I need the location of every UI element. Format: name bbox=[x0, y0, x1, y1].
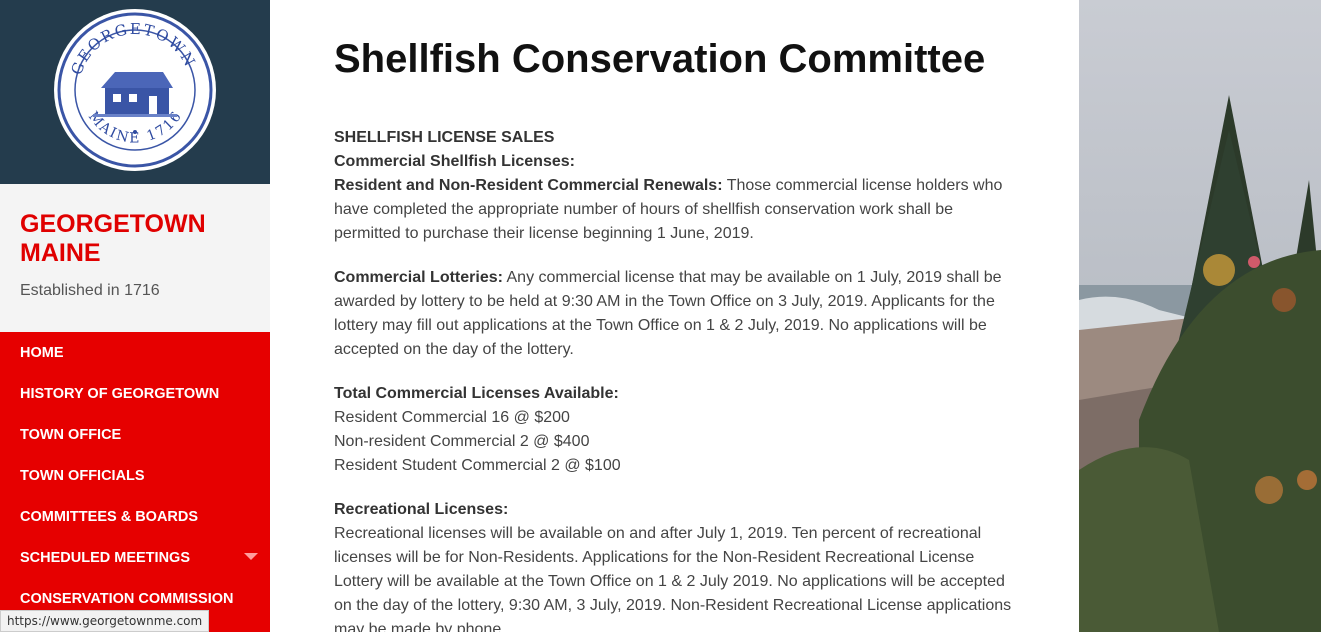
entry-content: Shellfish Conservation Committee SHELLFI… bbox=[334, 36, 1024, 632]
recreational-text: Recreational licenses will be available … bbox=[334, 525, 1012, 632]
nav-item-label: HISTORY OF GEORGETOWN bbox=[20, 385, 220, 402]
town-seal-logo[interactable]: GEORGETOWN MAINE 1716 bbox=[53, 8, 217, 172]
totals-label: Total Commercial Licenses Available: bbox=[334, 385, 619, 402]
lotteries-paragraph: Commercial Lotteries: Any commercial lic… bbox=[334, 266, 1024, 362]
total-line: Resident Commercial 16 @ $200 bbox=[334, 409, 570, 426]
renewals-label: Resident and Non-Resident Commercial Ren… bbox=[334, 177, 723, 194]
nav-item-history[interactable]: HISTORY OF GEORGETOWN bbox=[0, 373, 270, 414]
recreational-label: Recreational Licenses: bbox=[334, 501, 509, 518]
nav-item-label: CONSERVATION COMMISSION bbox=[20, 590, 234, 607]
main-content: Shellfish Conservation Committee SHELLFI… bbox=[270, 0, 1079, 632]
nav-item-town-officials[interactable]: TOWN OFFICIALS bbox=[0, 455, 270, 496]
commercial-heading: Commercial Shellfish Licenses: bbox=[334, 153, 575, 170]
recreational-paragraph: Recreational Licenses: Recreational lice… bbox=[334, 498, 1024, 632]
total-line: Resident Student Commercial 2 @ $100 bbox=[334, 457, 621, 474]
total-line: Non-resident Commercial 2 @ $400 bbox=[334, 433, 590, 450]
nav-item-town-office[interactable]: TOWN OFFICE bbox=[0, 414, 270, 455]
nav-item-label: HOME bbox=[20, 344, 64, 361]
nav-item-label: TOWN OFFICIALS bbox=[20, 467, 145, 484]
section-heading: SHELLFISH LICENSE SALES bbox=[334, 129, 555, 146]
main-navigation: HOME HISTORY OF GEORGETOWN TOWN OFFICE T… bbox=[0, 332, 270, 619]
nav-item-scheduled-meetings[interactable]: SCHEDULED MEETINGS bbox=[0, 537, 270, 578]
lotteries-label: Commercial Lotteries: bbox=[334, 269, 503, 286]
license-intro: SHELLFISH LICENSE SALES Commercial Shell… bbox=[334, 126, 1024, 246]
dropdown-arrow-icon[interactable] bbox=[244, 553, 258, 560]
site-title[interactable]: GEORGETOWN MAINE bbox=[20, 210, 250, 268]
logo-area: GEORGETOWN MAINE 1716 bbox=[0, 0, 270, 184]
nav-item-label: COMMITTEES & BOARDS bbox=[20, 508, 199, 525]
coastal-background-image bbox=[1079, 0, 1321, 632]
status-bar-url: https://www.georgetownme.com bbox=[0, 610, 210, 632]
nav-item-committees[interactable]: COMMITTEES & BOARDS bbox=[0, 496, 270, 537]
site-identity: GEORGETOWN MAINE Established in 1716 bbox=[0, 184, 270, 332]
nav-item-label: SCHEDULED MEETINGS bbox=[20, 549, 190, 566]
nav-item-home[interactable]: HOME bbox=[0, 332, 270, 373]
sidebar: GEORGETOWN MAINE 1716 GEORGETOWN MAINE E… bbox=[0, 0, 270, 632]
page-title: Shellfish Conservation Committee bbox=[334, 37, 986, 81]
site-description: Established in 1716 bbox=[20, 282, 160, 299]
totals-paragraph: Total Commercial Licenses Available: Res… bbox=[334, 382, 1024, 478]
nav-item-label: TOWN OFFICE bbox=[20, 426, 122, 443]
